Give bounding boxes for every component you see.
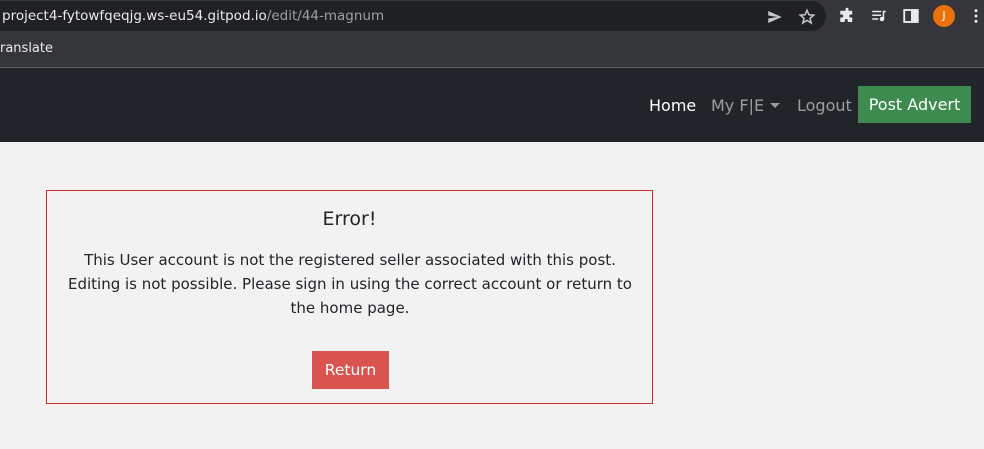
star-icon[interactable] (798, 8, 816, 26)
nav-my-fe-dropdown[interactable]: My F|E (711, 96, 781, 115)
error-panel: Error! This User account is not the regi… (46, 190, 653, 404)
bookmark-translate[interactable]: ranslate (0, 41, 53, 56)
url-path: /edit/44-magnum (266, 8, 385, 24)
url-host: project4-fytowfqeqjg.ws-eu54.gitpod.io (2, 8, 267, 24)
nav-logout[interactable]: Logout (797, 96, 852, 115)
site-navbar: Home My F|E Logout Post Advert (0, 68, 984, 142)
nav-my-fe-label: My F|E (711, 96, 765, 115)
extensions-icon[interactable] (838, 7, 856, 25)
url-text[interactable]: project4-fytowfqeqjg.ws-eu54.gitpod.io/e… (2, 8, 384, 24)
side-panel-icon[interactable] (902, 7, 920, 25)
return-button[interactable]: Return (312, 351, 389, 389)
post-advert-button[interactable]: Post Advert (858, 86, 971, 123)
error-message: This User account is not the registered … (67, 251, 632, 317)
address-bar[interactable]: project4-fytowfqeqjg.ws-eu54.gitpod.io/e… (0, 1, 826, 31)
more-vert-icon[interactable] (967, 7, 984, 25)
profile-avatar[interactable]: J (933, 5, 955, 27)
media-control-icon[interactable] (870, 7, 888, 25)
send-icon[interactable] (766, 8, 784, 26)
caret-down-icon (770, 103, 781, 108)
error-title: Error! (322, 208, 377, 230)
nav-home[interactable]: Home (649, 96, 696, 115)
browser-toolbar: project4-fytowfqeqjg.ws-eu54.gitpod.io/e… (0, 0, 984, 32)
bookmarks-bar: ranslate (0, 32, 984, 68)
